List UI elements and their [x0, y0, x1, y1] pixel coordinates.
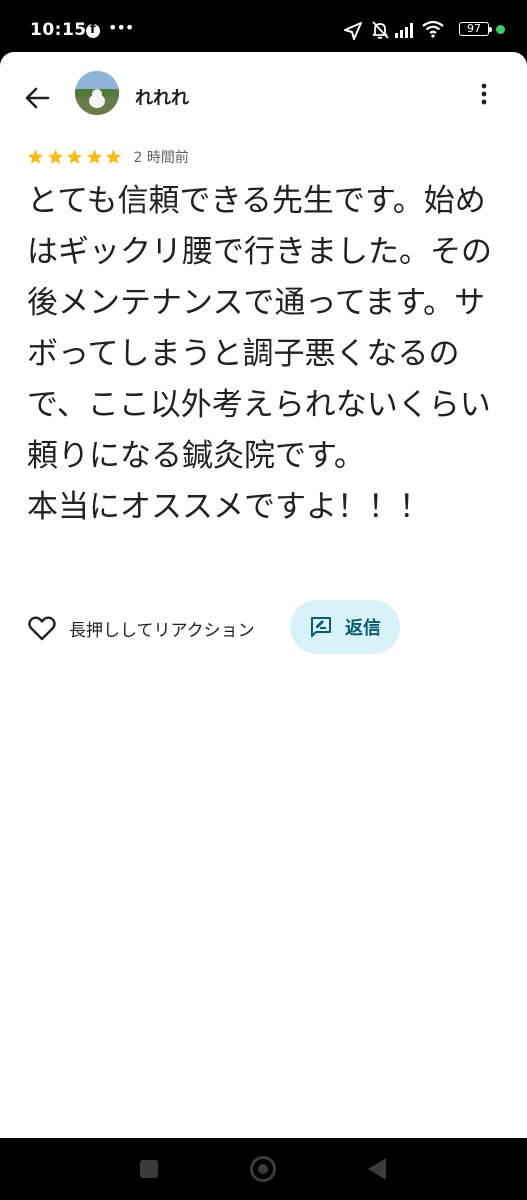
- star-icon: [106, 149, 121, 164]
- avatar-image: [75, 71, 119, 115]
- star-icon: [67, 149, 82, 164]
- reply-label: 返信: [345, 618, 381, 639]
- location-icon: [344, 22, 362, 40]
- star-icon: [86, 149, 102, 164]
- review-detail-card: れれれ 2 時間前 とても信頼できる先生です。始めはギックリ腰で行きました。その…: [0, 52, 527, 1138]
- system-back-button[interactable]: [368, 1158, 386, 1180]
- signal-icon: [395, 23, 413, 38]
- star-rating: [26, 148, 124, 166]
- review-actions: 長押ししてリアクション 返信: [27, 600, 497, 656]
- battery-tip: [489, 27, 492, 32]
- reaction-label: 長押ししてリアクション: [69, 620, 255, 641]
- reply-icon: [311, 617, 331, 637]
- star-icon: [28, 149, 43, 164]
- back-button[interactable]: [18, 78, 58, 118]
- user-name[interactable]: れれれ: [135, 84, 189, 110]
- review-text: とても信頼できる先生です。始めはギックリ腰で行きました。その後メンテナンスで通っ…: [27, 183, 492, 525]
- mute-icon: [372, 21, 389, 39]
- review-time: 2 時間前: [133, 150, 189, 166]
- battery-percent: 97: [467, 22, 481, 35]
- more-vert-icon[interactable]: [470, 80, 498, 108]
- recents-button[interactable]: [140, 1160, 158, 1178]
- system-nav-bar: [0, 1138, 527, 1200]
- status-bar: 10:15 ••• 97: [0, 0, 527, 56]
- home-button[interactable]: [250, 1156, 276, 1182]
- charging-dot: [496, 25, 505, 34]
- status-time: 10:15: [30, 20, 87, 40]
- more-notifications-icon: •••: [108, 18, 134, 37]
- wifi-icon: [422, 20, 444, 38]
- rating-row: 2 時間前: [26, 146, 189, 168]
- star-icon: [47, 149, 63, 164]
- screen: 10:15 ••• 97: [0, 0, 527, 1200]
- facebook-icon: [86, 22, 100, 38]
- reply-button[interactable]: 返信: [290, 600, 400, 654]
- heart-icon: [28, 616, 56, 641]
- reaction-button[interactable]: 長押ししてリアクション: [27, 608, 255, 648]
- avatar[interactable]: [75, 71, 119, 115]
